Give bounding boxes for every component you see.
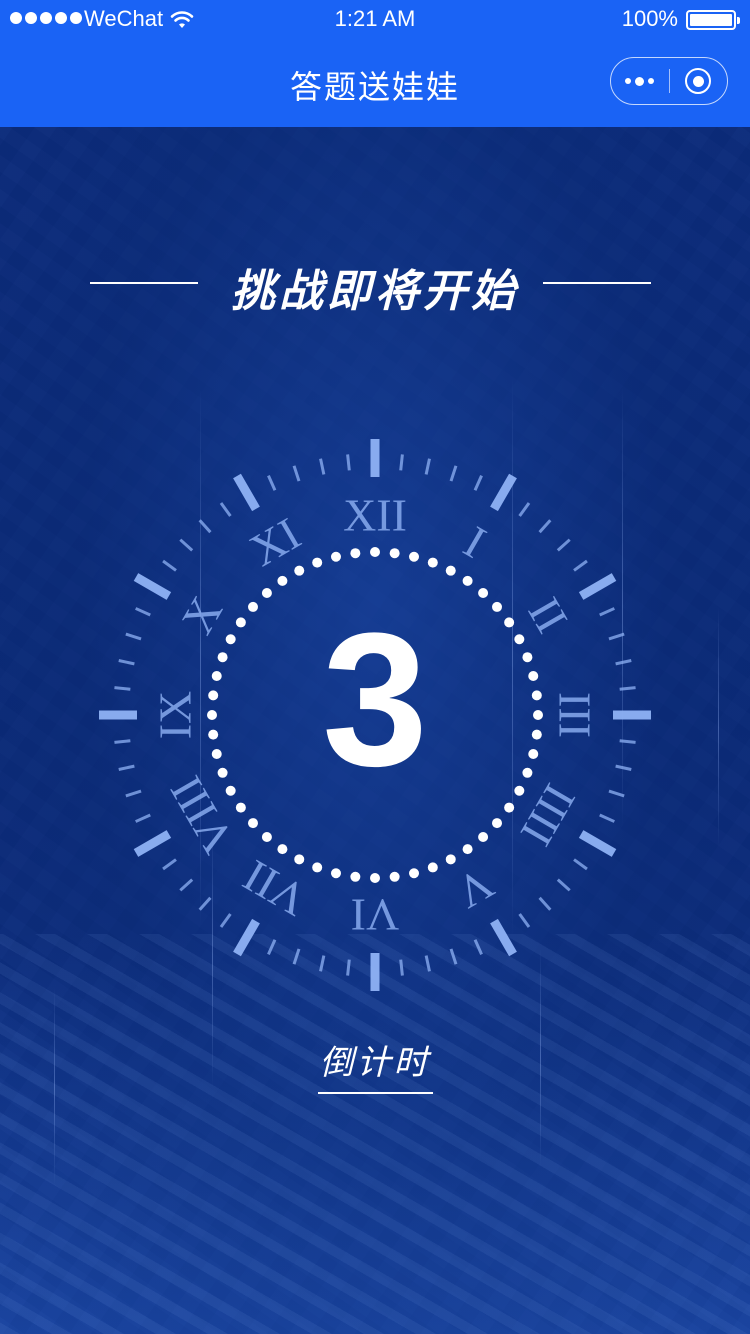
more-menu-button[interactable] bbox=[611, 58, 669, 104]
hour-tick bbox=[133, 830, 172, 857]
minute-tick bbox=[346, 454, 351, 471]
heading-divider-right bbox=[543, 282, 651, 284]
ring-dot bbox=[350, 548, 361, 559]
ring-dot bbox=[277, 575, 288, 586]
close-miniprogram-button[interactable] bbox=[669, 58, 727, 104]
ring-dot bbox=[427, 557, 438, 568]
ring-dot bbox=[478, 832, 489, 843]
ring-dot bbox=[492, 818, 503, 829]
minute-tick bbox=[538, 519, 552, 534]
ring-dot bbox=[389, 548, 400, 559]
minute-tick bbox=[573, 559, 588, 572]
dial-numeral: XII bbox=[343, 490, 407, 541]
ring-dot bbox=[462, 575, 473, 586]
minute-tick bbox=[449, 948, 458, 965]
minute-tick bbox=[424, 458, 431, 475]
countdown-label-text: 倒计时 bbox=[317, 1035, 433, 1094]
ring-dot bbox=[370, 547, 380, 557]
navigation-bar: 答题送娃娃 bbox=[0, 40, 750, 127]
minute-tick bbox=[179, 878, 194, 892]
ring-dot bbox=[294, 565, 305, 576]
minute-tick bbox=[424, 955, 431, 972]
minute-tick bbox=[135, 813, 151, 823]
ring-dot bbox=[462, 844, 473, 855]
ring-dot bbox=[350, 871, 361, 882]
minute-tick bbox=[292, 948, 301, 965]
ring-dot bbox=[330, 868, 341, 879]
minute-tick bbox=[399, 959, 404, 976]
ring-dot bbox=[389, 871, 400, 882]
challenge-heading: 挑战即将开始 bbox=[0, 255, 750, 316]
hour-tick bbox=[578, 573, 617, 600]
minute-tick bbox=[219, 913, 232, 928]
ring-dot bbox=[261, 587, 272, 598]
hour-tick bbox=[133, 573, 172, 600]
ring-dot bbox=[312, 862, 323, 873]
countdown-number: 3 bbox=[322, 594, 428, 806]
minute-tick bbox=[538, 896, 552, 911]
heading-text: 挑战即将开始 bbox=[231, 267, 519, 316]
minute-tick bbox=[473, 939, 483, 955]
dot-icon bbox=[648, 78, 655, 84]
minute-tick bbox=[556, 538, 571, 552]
hour-tick bbox=[233, 918, 260, 957]
minute-tick bbox=[162, 858, 177, 871]
ring-dot bbox=[370, 873, 380, 883]
ring-dot bbox=[409, 551, 420, 562]
status-bar: WeChat 1:21 AM 100% bbox=[0, 0, 750, 40]
dot-icon bbox=[625, 78, 632, 84]
minute-tick bbox=[292, 465, 301, 482]
countdown-label: 倒计时 bbox=[0, 1035, 750, 1094]
minute-tick bbox=[179, 538, 194, 552]
minute-tick bbox=[319, 458, 326, 475]
minute-tick bbox=[473, 475, 483, 491]
minute-tick bbox=[399, 454, 404, 471]
ring-dot bbox=[445, 854, 456, 865]
miniprogram-capsule bbox=[610, 57, 728, 105]
battery-icon bbox=[686, 10, 740, 30]
ring-dot bbox=[312, 557, 323, 568]
minute-tick bbox=[198, 519, 212, 534]
minute-tick bbox=[162, 559, 177, 572]
minute-tick bbox=[599, 813, 615, 823]
minute-tick bbox=[319, 955, 326, 972]
minute-tick bbox=[518, 502, 531, 517]
ring-dot bbox=[409, 868, 420, 879]
hour-tick bbox=[490, 918, 517, 957]
minute-tick bbox=[518, 913, 531, 928]
battery-percent: 100% bbox=[621, 6, 678, 31]
minute-tick bbox=[267, 475, 277, 491]
ring-dot bbox=[504, 802, 515, 813]
ring-dot bbox=[478, 587, 489, 598]
ring-dot bbox=[445, 565, 456, 576]
ring-dot bbox=[330, 551, 341, 562]
ring-dot bbox=[247, 818, 258, 829]
hour-tick bbox=[578, 830, 617, 857]
dial-numeral: I bbox=[456, 516, 495, 568]
challenge-stage: 挑战即将开始 XII I II III IIII V VI VII VIII IX X XI 3 倒计… bbox=[0, 127, 750, 1334]
minute-tick bbox=[573, 858, 588, 871]
minute-tick bbox=[346, 959, 351, 976]
ring-dot bbox=[427, 862, 438, 873]
minute-tick bbox=[556, 878, 571, 892]
dot-icon bbox=[635, 76, 645, 86]
dial-numeral: V bbox=[448, 858, 502, 919]
ring-dot bbox=[277, 844, 288, 855]
dial-numeral: VI bbox=[351, 890, 400, 941]
minute-tick bbox=[219, 502, 232, 517]
ring-dot bbox=[235, 802, 246, 813]
hour-tick bbox=[233, 473, 260, 512]
close-circle-icon bbox=[685, 68, 712, 94]
minute-tick bbox=[449, 465, 458, 482]
hour-tick bbox=[490, 473, 517, 512]
minute-tick bbox=[267, 939, 277, 955]
ring-dot bbox=[294, 854, 305, 865]
ring-dot bbox=[261, 832, 272, 843]
minute-tick bbox=[198, 896, 212, 911]
